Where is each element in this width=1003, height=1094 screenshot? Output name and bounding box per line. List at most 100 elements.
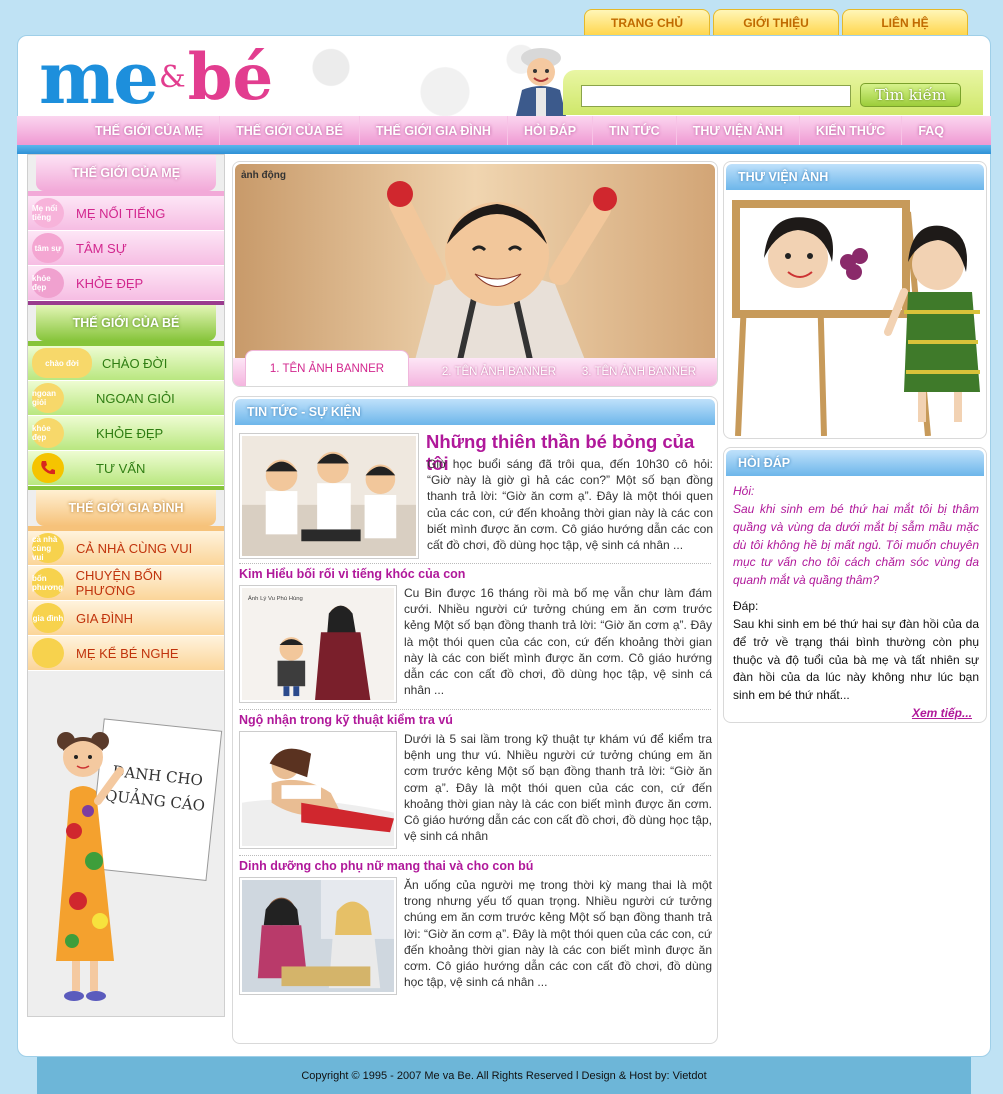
news-article: Kim Hiểu bối rối vì tiếng khóc của con Ả… xyxy=(239,563,712,709)
confide-icon-label: tâm sự xyxy=(34,243,62,253)
sidebar-item-mom-beauty[interactable]: khỏe đẹp KHỎE ĐẸP xyxy=(28,266,224,301)
birth-icon: chào đời xyxy=(32,348,92,378)
news-article-title[interactable]: Kim Hiểu bối rối vì tiếng khóc của con xyxy=(239,567,465,581)
sidebar-item-label: TƯ VẤN xyxy=(96,460,146,476)
banner-tab-2[interactable]: 2. TÊN ẢNH BANNER xyxy=(429,358,569,386)
family-fun-icon: cả nhà cùng vui xyxy=(32,533,64,563)
logo-me-text: me xyxy=(39,35,159,116)
news-article-thumb[interactable]: Ảnh Lý Vu Phú Hùng xyxy=(239,585,397,703)
ad-girl-illustration: DANH CHO QUẢNG CÁO xyxy=(56,718,223,1001)
gallery-header: THƯ VIỆN ẢNH xyxy=(726,164,984,190)
banner-carousel: ảnh động 1. TÊN ẢNH BANNER 2. TÊN ẢNH BA… xyxy=(232,161,718,387)
nav-mom-world[interactable]: THẾ GIỚI CỦA MẸ xyxy=(79,116,221,145)
four-directions-icon-label: bốn phương xyxy=(32,574,64,592)
baby-beauty-icon: khỏe đẹp xyxy=(32,418,64,448)
sidebar-header-baby[interactable]: THẾ GIỚI CỦA BÉ xyxy=(36,305,216,341)
good-baby-icon-label: ngoan giỏi xyxy=(32,389,56,407)
qa-header: HỎI ĐÁP xyxy=(726,450,984,476)
family-icon: gia đình xyxy=(32,603,64,633)
sidebar-item-label: KHỎE ĐẸP xyxy=(96,425,164,441)
news-article-text: Ăn uống của người mẹ trong thời kỳ mang … xyxy=(404,878,712,990)
sidebar-item-label: MẸ KỂ BÉ NGHE xyxy=(76,645,179,661)
banner-image[interactable] xyxy=(235,164,715,360)
nav-family-world[interactable]: THẾ GIỚI GIA ĐÌNH xyxy=(360,116,508,145)
banner-anim-label: ảnh động xyxy=(241,170,286,181)
news-article-title[interactable]: Ngộ nhận trong kỹ thuật kiểm tra vú xyxy=(239,713,453,727)
featured-article-text: Giờ học buổi sáng đã trôi qua, đến 10h30… xyxy=(427,457,713,553)
sidebar-header-mom[interactable]: THẾ GIỚI CỦA MẸ xyxy=(36,155,216,191)
sidebar-item-family-fun[interactable]: cả nhà cùng vui CẢ NHÀ CÙNG VUI xyxy=(28,531,224,566)
gallery-image[interactable]: ảnh động xyxy=(728,192,984,436)
sidebar-header-family[interactable]: THẾ GIỚI GIA ĐÌNH xyxy=(36,490,216,526)
nav-gallery[interactable]: THƯ VIỆN ẢNH xyxy=(677,116,800,145)
featured-article-thumb[interactable] xyxy=(239,433,419,559)
mom-beauty-icon: khỏe đẹp xyxy=(32,268,64,298)
sidebar-item-advice[interactable]: TƯ VẤN xyxy=(28,451,224,486)
phone-icon-glyph xyxy=(41,461,55,475)
sidebar-item-label: MẸ NỔI TIẾNG xyxy=(76,205,166,221)
sidebar-item-storytelling[interactable]: MẸ KỂ BÉ NGHE xyxy=(28,636,224,671)
nav-qa[interactable]: HỎI ĐÁP xyxy=(508,116,594,145)
news-article-thumb[interactable] xyxy=(239,731,397,849)
phone-icon xyxy=(32,453,64,483)
news-article-text: Cu Bin được 16 tháng rồi mà bố mẹ vẫn ch… xyxy=(404,586,712,698)
nav-news[interactable]: TIN TỨC xyxy=(593,116,677,145)
thumb-caption: Ảnh Lý Vu Phú Hùng xyxy=(248,595,303,602)
nav-baby-world[interactable]: THẾ GIỚI CỦA BÉ xyxy=(220,116,360,145)
logo-amp-text: & xyxy=(159,60,186,95)
sidebar-item-label: CẢ NHÀ CÙNG VUI xyxy=(76,540,193,556)
sidebar-item-four-directions[interactable]: bốn phương CHUYỆN BỐN PHƯƠNG xyxy=(28,566,224,601)
family-fun-icon-label: cả nhà cùng vui xyxy=(32,534,58,562)
qa-answer-text: Sau khi sinh em bé thứ hai sự đàn hồi củ… xyxy=(733,617,979,703)
birth-icon-label: chào đời xyxy=(45,358,79,368)
banner-tab-1[interactable]: 1. TÊN ẢNH BANNER xyxy=(245,350,409,386)
gallery-panel: THƯ VIỆN ẢNH ảnh động xyxy=(723,161,987,439)
tab-about[interactable]: GIỚI THIỆU xyxy=(713,9,839,36)
logo-be-text: bé xyxy=(187,40,274,115)
confide-icon: tâm sự xyxy=(32,233,64,263)
featured-article: Những thiên thần bé bỏng của tôi Giờ học… xyxy=(233,429,717,563)
sidebar-item-label: TÂM SỰ xyxy=(76,240,127,256)
banner-tab-3[interactable]: 3. TÊN ẢNH BANNER xyxy=(569,358,709,386)
news-article: Ngộ nhận trong kỹ thuật kiểm tra vú Dưới… xyxy=(239,709,712,855)
main-nav: THẾ GIỚI CỦA MẸ THẾ GIỚI CỦA BÉ THẾ GIỚI… xyxy=(17,116,991,145)
search-bar: Tìm kiếm xyxy=(563,70,983,115)
banner-tabs: 1. TÊN ẢNH BANNER 2. TÊN ẢNH BANNER 3. T… xyxy=(233,350,717,386)
storytelling-icon xyxy=(32,638,64,668)
ad-placeholder[interactable]: DANH CHO QUẢNG CÁO xyxy=(28,711,224,1016)
tab-contact[interactable]: LIÊN HỆ xyxy=(842,9,968,36)
sidebar-item-label: GIA ĐÌNH xyxy=(76,610,134,626)
qa-answer-label: Đáp: xyxy=(733,599,759,613)
sidebar-item-label: CHUYỆN BỐN PHƯƠNG xyxy=(75,568,163,598)
sidebar-item-family[interactable]: gia đình GIA ĐÌNH xyxy=(28,601,224,636)
sidebar-item-famous-mom[interactable]: Mẹ nổi tiếng MẸ NỔI TIẾNG xyxy=(28,196,224,231)
news-article: Dinh dưỡng cho phụ nữ mang thai và cho c… xyxy=(239,855,712,1001)
four-directions-icon: bốn phương xyxy=(32,568,64,598)
nav-faq[interactable]: FAQ xyxy=(902,116,960,145)
qa-question-label: Hỏi: xyxy=(733,484,755,498)
good-baby-icon: ngoan giỏi xyxy=(32,383,64,413)
news-article-title[interactable]: Dinh dưỡng cho phụ nữ mang thai và cho c… xyxy=(239,859,533,873)
sidebar-item-baby-beauty[interactable]: khỏe đẹp KHỎE ĐẸP xyxy=(28,416,224,451)
news-article-thumb[interactable] xyxy=(239,877,397,995)
search-input[interactable] xyxy=(581,85,851,107)
qa-read-more-link[interactable]: Xem tiếp... xyxy=(912,706,972,720)
site-footer: Copyright © 1995 - 2007 Me va Be. All Ri… xyxy=(37,1057,971,1094)
sidebar-item-label: NGOAN GIỎI xyxy=(96,390,175,406)
nav-knowledge[interactable]: KIẾN THỨC xyxy=(800,116,903,145)
famous-mom-icon-label: Mẹ nổi tiếng xyxy=(32,204,58,222)
qa-panel: HỎI ĐÁP Hỏi: Sau khi sinh em bé thứ hai … xyxy=(723,447,987,723)
news-panel: TIN TỨC - SỰ KIỆN Những thiên thần bé bỏ… xyxy=(232,396,718,1044)
sidebar-item-label: KHỎE ĐẸP xyxy=(76,275,144,291)
mom-beauty-icon-label: khỏe đẹp xyxy=(32,274,51,292)
search-button[interactable]: Tìm kiếm xyxy=(860,83,961,107)
famous-mom-icon: Mẹ nổi tiếng xyxy=(32,198,64,228)
sidebar-item-birth[interactable]: chào đời CHÀO ĐỜI xyxy=(28,346,224,381)
baby-beauty-icon-label: khỏe đẹp xyxy=(32,424,51,442)
sidebar-item-confide[interactable]: tâm sự TÂM SỰ xyxy=(28,231,224,266)
tab-home[interactable]: TRANG CHỦ xyxy=(584,9,710,36)
site-logo[interactable]: me & bé xyxy=(39,35,274,116)
sidebar-item-good-baby[interactable]: ngoan giỏi NGOAN GIỎI xyxy=(28,381,224,416)
nav-strip xyxy=(17,145,991,154)
news-header: TIN TỨC - SỰ KIỆN xyxy=(235,399,715,425)
